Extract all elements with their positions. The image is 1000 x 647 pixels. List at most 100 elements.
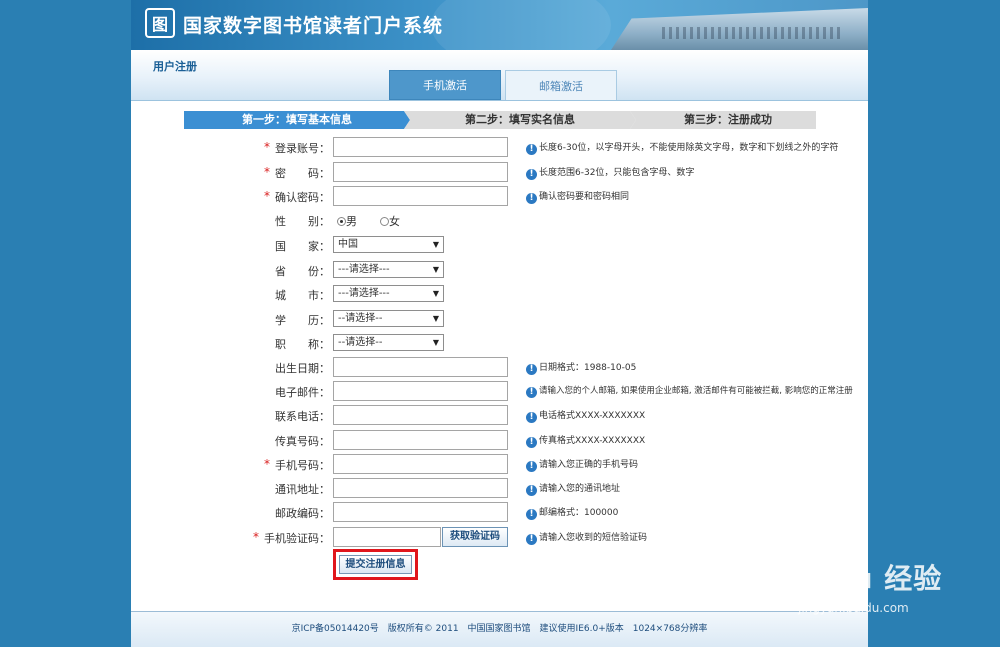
page-title: 用户注册 — [153, 60, 197, 73]
login-account-hint: ! 长度6-30位，以字母开头，不能使用除英文字母，数字和下划线之外的字符 — [526, 140, 838, 155]
baidu-watermark: Bai du 经验 jingyan.baidu.com — [768, 557, 948, 627]
sms-code-hint: ! 请输入您收到的短信验证码 — [526, 530, 647, 545]
info-icon: ! — [526, 461, 537, 472]
info-icon: ! — [526, 437, 537, 448]
gender-label: 性 别： — [275, 215, 330, 228]
watermark-url: jingyan.baidu.com — [798, 601, 909, 615]
required-mark: * — [264, 165, 270, 179]
address-hint: ! 请输入您的通讯地址 — [526, 481, 620, 496]
page-container: 图 国家数字图书馆读者门户系统 用户注册 手机激活 邮箱激活 第一步：填写基本信… — [131, 0, 868, 647]
library-building-image — [611, 8, 868, 50]
form-row-fax: 传真号码： ! 传真格式XXXX-XXXXXXX — [131, 430, 868, 450]
sms-code-label: 手机验证码： — [264, 532, 330, 545]
city-label: 城 市： — [275, 289, 330, 302]
required-mark: * — [264, 189, 270, 203]
email-hint: ! 请输入您的个人邮箱, 如果使用企业邮箱, 激活邮件有可能被拦截, 影响您的正常… — [526, 384, 853, 398]
dropdown-arrow-icon: ▼ — [432, 265, 439, 274]
sms-code-input[interactable] — [333, 527, 441, 547]
fax-input[interactable] — [333, 430, 508, 450]
email-input[interactable] — [333, 381, 508, 401]
registration-steps: 第一步：填写基本信息 第二步：填写实名信息 第三步：注册成功 — [184, 111, 816, 129]
form-row-confirm-password: * 确认密码： ! 确认密码要和密码相同 — [131, 186, 868, 206]
birth-date-label: 出生日期： — [275, 362, 330, 375]
postcode-label: 邮政编码： — [275, 507, 330, 520]
get-verification-code-button[interactable]: 获取验证码 — [442, 527, 508, 547]
email-label: 电子邮件： — [275, 386, 330, 399]
tab-phone-activation[interactable]: 手机激活 — [389, 70, 501, 100]
step-1-basic-info: 第一步：填写基本信息 — [184, 111, 410, 129]
password-hint: ! 长度范围6-32位，只能包含字母、数字 — [526, 165, 694, 180]
form-row-education: 学 历： --请选择-- ▼ — [131, 309, 868, 329]
required-mark: * — [264, 140, 270, 154]
gender-female-radio[interactable] — [380, 217, 389, 226]
submit-highlight-box: 提交注册信息 — [333, 549, 418, 580]
required-mark: * — [264, 457, 270, 471]
address-label: 通讯地址： — [275, 483, 330, 496]
province-select[interactable]: ---请选择--- ▼ — [333, 261, 444, 278]
login-account-label: 登录账号： — [275, 142, 330, 155]
address-input[interactable] — [333, 478, 508, 498]
dropdown-arrow-icon: ▼ — [432, 289, 439, 298]
subheader: 用户注册 手机激活 邮箱激活 — [131, 50, 868, 101]
professional-title-label: 职 称： — [275, 338, 330, 351]
site-title: 国家数字图书馆读者门户系统 — [183, 15, 444, 37]
info-icon: ! — [526, 534, 537, 545]
login-account-input[interactable] — [333, 137, 508, 157]
step-2-real-name: 第二步：填写实名信息 — [404, 111, 636, 129]
submit-registration-button[interactable]: 提交注册信息 — [339, 555, 412, 574]
professional-title-select[interactable]: --请选择-- ▼ — [333, 334, 444, 351]
education-select[interactable]: --请选择-- ▼ — [333, 310, 444, 327]
password-input[interactable] — [333, 162, 508, 182]
country-select[interactable]: 中国 ▼ — [333, 236, 444, 253]
form-row-postcode: 邮政编码： ! 邮编格式：100000 — [131, 502, 868, 522]
header-banner: 图 国家数字图书馆读者门户系统 — [131, 0, 868, 50]
info-icon: ! — [526, 193, 537, 204]
postcode-hint: ! 邮编格式：100000 — [526, 505, 618, 520]
library-logo-icon: 图 — [145, 8, 175, 38]
form-row-gender: 性 别： 男 女 — [131, 210, 868, 230]
gender-male-radio[interactable] — [337, 217, 346, 226]
required-mark: * — [253, 530, 259, 544]
confirm-password-hint: ! 确认密码要和密码相同 — [526, 189, 629, 204]
phone-input[interactable] — [333, 405, 508, 425]
footer: 京ICP备05014420号 版权所有© 2011 中国国家图书馆 建议使用IE… — [131, 612, 868, 647]
phone-label: 联系电话： — [275, 410, 330, 423]
form-row-city: 城 市： ---请选择--- ▼ — [131, 284, 868, 304]
form-row-birth-date: 出生日期： ! 日期格式：1988-10-05 — [131, 357, 868, 377]
form-row-title: 职 称： --请选择-- ▼ — [131, 333, 868, 353]
form-row-login-account: * 登录账号： ! 长度6-30位，以字母开头，不能使用除英文字母，数字和下划线之… — [131, 137, 868, 157]
postcode-input[interactable] — [333, 502, 508, 522]
country-label: 国 家： — [275, 240, 330, 253]
confirm-password-input[interactable] — [333, 186, 508, 206]
info-icon: ! — [526, 144, 537, 155]
form-row-password: * 密 码： ! 长度范围6-32位，只能包含字母、数字 — [131, 162, 868, 182]
province-label: 省 份： — [275, 265, 330, 278]
step-3-success: 第三步：注册成功 — [630, 111, 816, 129]
birth-date-input[interactable] — [333, 357, 508, 377]
info-icon: ! — [526, 387, 537, 398]
fax-label: 传真号码： — [275, 435, 330, 448]
form-row-phone: 联系电话： ! 电话格式XXXX-XXXXXXX — [131, 405, 868, 425]
gender-female-option[interactable]: 女 — [380, 213, 400, 229]
gender-male-option[interactable]: 男 — [337, 213, 357, 229]
phone-hint: ! 电话格式XXXX-XXXXXXX — [526, 408, 645, 423]
form-row-sms-code: * 手机验证码： 获取验证码 ! 请输入您收到的短信验证码 — [131, 527, 868, 547]
info-icon: ! — [526, 485, 537, 496]
form-row-country: 国 家： 中国 ▼ — [131, 235, 868, 255]
info-icon: ! — [526, 169, 537, 180]
info-icon: ! — [526, 509, 537, 520]
banner-decoration — [431, 0, 611, 50]
mobile-input[interactable] — [333, 454, 508, 474]
form-row-mobile: * 手机号码： ! 请输入您正确的手机号码 — [131, 454, 868, 474]
birth-date-hint: ! 日期格式：1988-10-05 — [526, 360, 636, 375]
dropdown-arrow-icon: ▼ — [432, 314, 439, 323]
tab-email-activation[interactable]: 邮箱激活 — [505, 70, 617, 100]
mobile-hint: ! 请输入您正确的手机号码 — [526, 457, 638, 472]
confirm-password-label: 确认密码： — [275, 191, 330, 204]
education-label: 学 历： — [275, 314, 330, 327]
mobile-label: 手机号码： — [275, 459, 330, 472]
form-row-address: 通讯地址： ! 请输入您的通讯地址 — [131, 478, 868, 498]
city-select[interactable]: ---请选择--- ▼ — [333, 285, 444, 302]
fax-hint: ! 传真格式XXXX-XXXXXXX — [526, 433, 645, 448]
password-label: 密 码： — [275, 167, 330, 180]
